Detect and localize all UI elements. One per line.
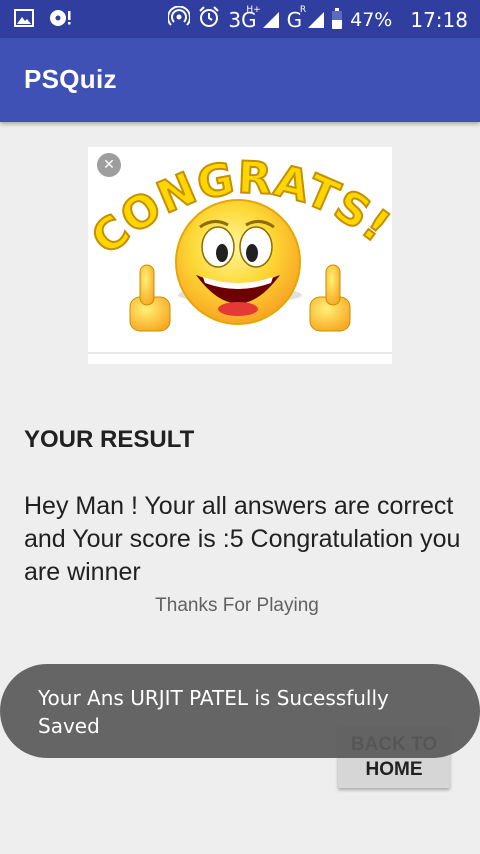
clock: 17:18 xyxy=(410,7,468,32)
status-left-icons xyxy=(14,8,72,32)
network2-sup: R xyxy=(299,4,307,15)
signal-icon xyxy=(262,11,279,28)
toast-message: Your Ans URJIT PATEL is Sucessfully Save… xyxy=(0,664,480,758)
alarm-icon xyxy=(198,6,220,33)
network-g-indicator: GR xyxy=(287,4,307,32)
network-sup: H+ xyxy=(246,4,261,15)
image-notification-icon xyxy=(14,9,34,31)
disc-alert-icon xyxy=(48,8,72,32)
hotspot-icon xyxy=(167,5,192,33)
battery-icon xyxy=(332,7,343,29)
network-3g-indicator: 3G H+ xyxy=(228,5,260,32)
result-heading: YOUR RESULT xyxy=(24,426,195,453)
status-right-icons: 3G H+ GR 47% 17:18 xyxy=(167,4,468,33)
battery-percent: 47% xyxy=(350,8,393,31)
thanks-text: Thanks For Playing xyxy=(155,595,319,616)
congrats-image: CONGRATS! ✕ xyxy=(88,147,392,364)
app-bar: PSQuiz xyxy=(0,38,480,122)
signal2-icon xyxy=(308,11,325,28)
result-message: Hey Man ! Your all answers are correct a… xyxy=(24,492,461,586)
app-title: PSQuiz xyxy=(24,64,117,94)
status-bar: 3G H+ GR 47% 17:18 xyxy=(0,0,480,38)
close-icon[interactable]: ✕ xyxy=(97,153,121,177)
left-thumb xyxy=(129,264,171,332)
right-thumb xyxy=(309,264,351,332)
